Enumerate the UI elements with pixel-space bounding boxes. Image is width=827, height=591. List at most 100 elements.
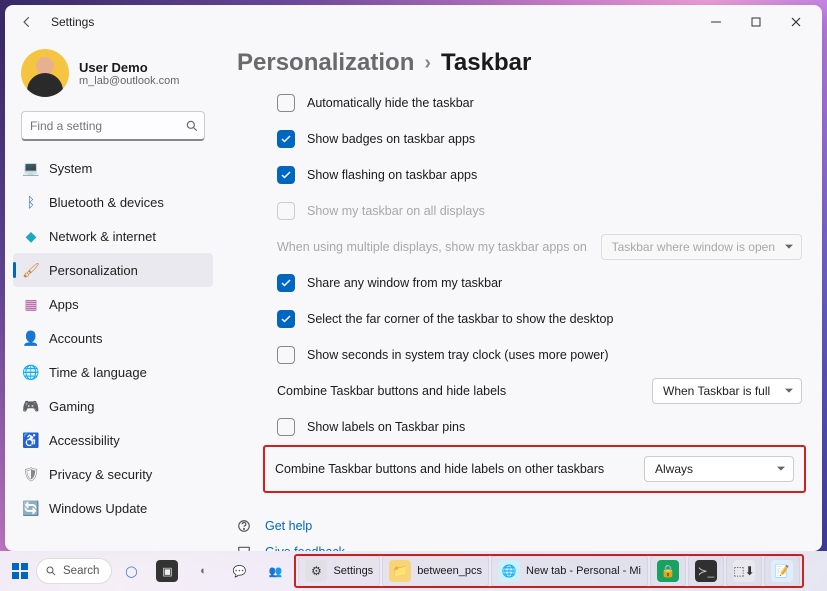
start-button[interactable] — [6, 555, 34, 587]
checkbox-icon — [277, 346, 295, 364]
option-label: Show labels on Taskbar pins — [307, 420, 465, 434]
option-checkbox[interactable]: Show badges on taskbar apps — [277, 121, 802, 157]
sidebar-item-accounts[interactable]: 👤 Accounts — [13, 321, 213, 355]
option-label: Automatically hide the taskbar — [307, 96, 474, 110]
sidebar-item-label: Accessibility — [49, 433, 120, 448]
checkbox-icon — [277, 418, 295, 436]
sidebar-item-label: Gaming — [49, 399, 95, 414]
taskbar-app[interactable]: ⬚⬇ — [726, 555, 762, 587]
taskbar-app-label: Settings — [333, 565, 373, 577]
page-title: Taskbar — [441, 49, 531, 77]
search-input[interactable] — [30, 119, 185, 133]
option-checkbox[interactable]: Show labels on Taskbar pins — [277, 409, 802, 445]
taskbar-app-label: New tab - Personal - Mi — [526, 565, 641, 577]
sidebar-item-label: Privacy & security — [49, 467, 152, 482]
sidebar-icon: 🌐 — [23, 364, 39, 380]
sidebar-icon: 💻 — [23, 160, 39, 176]
sidebar-item-accessibility[interactable]: ♿ Accessibility — [13, 423, 213, 457]
sidebar-item-label: System — [49, 161, 92, 176]
app-icon: 📁 — [389, 560, 411, 582]
app-icon: ⬚⬇ — [733, 560, 755, 582]
sidebar-icon: ♿ — [23, 432, 39, 448]
option-checkbox[interactable]: Automatically hide the taskbar — [277, 85, 802, 121]
option-checkbox[interactable]: Show seconds in system tray clock (uses … — [277, 337, 802, 373]
option-checkbox: Show my taskbar on all displays — [277, 193, 802, 229]
checkbox-icon — [277, 130, 295, 148]
option-label: When using multiple displays, show my ta… — [277, 240, 587, 254]
close-button[interactable] — [776, 8, 816, 36]
sidebar-item-network-internet[interactable]: ◆Network & internet — [13, 219, 213, 253]
sidebar-item-apps[interactable]: ▦Apps — [13, 287, 213, 321]
option-dropdown-row: Combine Taskbar buttons and hide labels … — [275, 451, 794, 487]
sidebar-icon: 🔄 — [23, 500, 39, 516]
taskbar-copilot[interactable]: ◯ — [114, 555, 148, 587]
checkbox-icon — [277, 166, 295, 184]
sidebar-item-label: Time & language — [49, 365, 147, 380]
search-box[interactable] — [21, 111, 205, 141]
dropdown[interactable]: Always — [644, 456, 794, 482]
taskbar-app[interactable]: 🔒 — [650, 555, 686, 587]
option-dropdown-row: When using multiple displays, show my ta… — [277, 229, 802, 265]
sidebar-item-personalization[interactable]: 🖌Personalization — [13, 253, 213, 287]
taskbar-edge[interactable]: ◐ — [186, 555, 220, 587]
taskbar-app[interactable]: 🌐 New tab - Personal - Mi — [491, 555, 648, 587]
sidebar-item-system[interactable]: 💻 System — [13, 151, 213, 185]
main-content: Personalization › Taskbar Automatically … — [221, 39, 822, 551]
sidebar-item-label: Apps — [49, 297, 79, 312]
app-icon: 📝 — [771, 560, 793, 582]
option-label: Show seconds in system tray clock (uses … — [307, 348, 609, 362]
option-checkbox[interactable]: Select the far corner of the taskbar to … — [277, 301, 802, 337]
window-title: Settings — [51, 15, 94, 29]
settings-window: Settings User Demo m_lab@outlook.com 💻 Sy… — [5, 5, 822, 551]
back-button[interactable] — [11, 8, 43, 36]
titlebar: Settings — [5, 5, 822, 39]
sidebar-item-time-language[interactable]: 🌐 Time & language — [13, 355, 213, 389]
help-icon — [237, 519, 253, 533]
sidebar-item-windows-update[interactable]: 🔄Windows Update — [13, 491, 213, 525]
sidebar-item-gaming[interactable]: 🎮Gaming — [13, 389, 213, 423]
app-icon: ⚙ — [305, 560, 327, 582]
option-dropdown-row: Combine Taskbar buttons and hide labels W… — [277, 373, 802, 409]
option-checkbox[interactable]: Share any window from my taskbar — [277, 265, 802, 301]
search-icon — [185, 119, 199, 133]
app-icon: 🌐 — [498, 560, 520, 582]
taskbar-chat[interactable]: 💬 — [222, 555, 256, 587]
breadcrumb-parent[interactable]: Personalization — [237, 49, 414, 77]
option-checkbox[interactable]: Show flashing on taskbar apps — [277, 157, 802, 193]
os-taskbar: Search ◯ ▣ ◐ 💬 👥 ⚙ Settings 📁 between_pcs 🌐 N… — [0, 551, 827, 591]
app-icon: 🔒 — [657, 560, 679, 582]
taskbar-app[interactable]: 📁 between_pcs — [382, 555, 489, 587]
sidebar-icon: 👤 — [23, 330, 39, 346]
option-label: Combine Taskbar buttons and hide labels … — [275, 462, 604, 476]
sidebar-icon: ᛒ — [23, 194, 39, 210]
minimize-button[interactable] — [696, 8, 736, 36]
checkbox-icon — [277, 202, 295, 220]
taskbar-app-label: between_pcs — [417, 565, 482, 577]
chevron-right-icon: › — [424, 52, 431, 75]
profile-name: User Demo — [79, 60, 179, 75]
sidebar-icon: 🛡 — [23, 466, 39, 482]
sidebar-item-label: Accounts — [49, 331, 102, 346]
sidebar-item-label: Bluetooth & devices — [49, 195, 164, 210]
avatar — [21, 49, 69, 97]
taskbar-app[interactable]: ≻_ — [688, 555, 724, 587]
sidebar-item-privacy-security[interactable]: 🛡 Privacy & security — [13, 457, 213, 491]
taskbar-app[interactable]: 📝 — [764, 555, 800, 587]
sidebar-item-label: Network & internet — [49, 229, 156, 244]
give-feedback-link[interactable]: Give feedback — [237, 539, 802, 551]
maximize-button[interactable] — [736, 8, 776, 36]
account-profile[interactable]: User Demo m_lab@outlook.com — [13, 45, 213, 111]
dropdown[interactable]: When Taskbar is full — [652, 378, 802, 404]
option-label: Combine Taskbar buttons and hide labels — [277, 384, 506, 398]
taskbar-search[interactable]: Search — [36, 558, 112, 584]
checkbox-icon — [277, 94, 295, 112]
sidebar-item-bluetooth-devices[interactable]: ᛒ Bluetooth & devices — [13, 185, 213, 219]
taskbar-app[interactable]: ⚙ Settings — [298, 555, 380, 587]
get-help-link[interactable]: Get help — [237, 513, 802, 539]
taskbar-people[interactable]: 👥 — [258, 555, 292, 587]
sidebar: User Demo m_lab@outlook.com 💻 System ᛒ Blue… — [5, 39, 221, 551]
taskbar-task-view[interactable]: ▣ — [150, 555, 184, 587]
breadcrumb: Personalization › Taskbar — [237, 49, 802, 77]
checkbox-icon — [277, 310, 295, 328]
option-label: Select the far corner of the taskbar to … — [307, 312, 613, 326]
